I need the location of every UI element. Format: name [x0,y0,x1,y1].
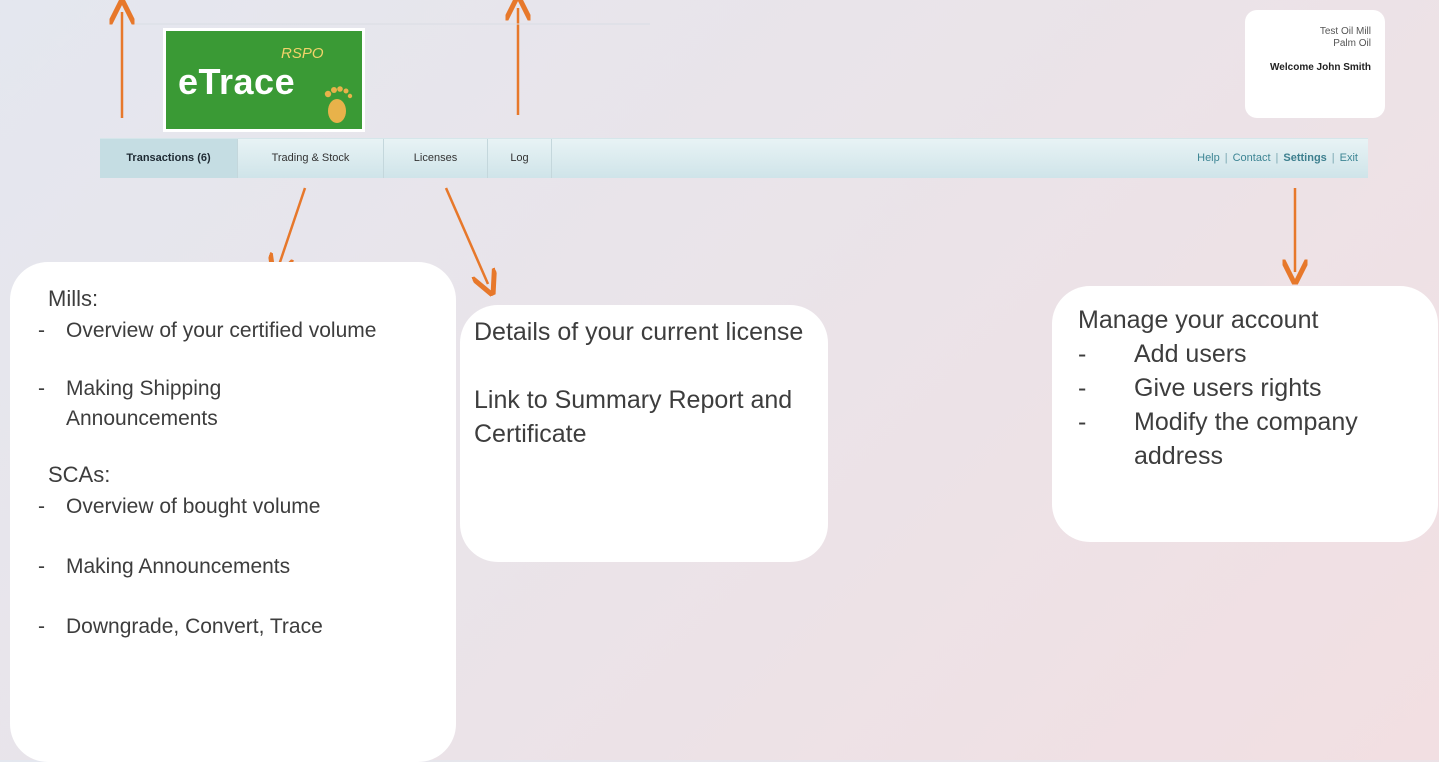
list-item: - Making Announcements [38,552,456,582]
footprint-icon [324,86,353,123]
contact-link[interactable]: Contact [1233,152,1271,164]
bullet-dash: - [1078,408,1087,436]
list-item: - Overview of your certified volume [38,316,408,346]
license-details-text: Details of your current license [474,318,804,346]
list-item: - Downgrade, Convert, Trace [38,612,456,642]
scas-item-3: Downgrade, Convert, Trace [66,615,323,638]
scas-heading: SCAs: [48,462,111,487]
exit-link[interactable]: Exit [1340,152,1358,164]
list-item: - Making Shipping Announcements [38,374,408,434]
manage-account-heading: Manage your account [1078,306,1319,334]
bullet-dash: - [38,377,45,400]
tab-log[interactable]: Log [488,139,552,178]
settings-item-3: Modify the company address [1134,408,1358,470]
callout-licenses: Details of your current license Link to … [460,305,828,562]
callout-trading-stock: Mills: - Overview of your certified volu… [10,262,456,762]
user-info-box: Test Oil Mill Palm Oil Welcome John Smit… [1245,10,1385,118]
list-item: - Modify the company address [1078,405,1428,473]
link-separator: | [1224,152,1228,164]
company-name: Test Oil Mill [1319,26,1371,37]
tab-licenses[interactable]: Licenses [384,139,488,178]
arrow-down-trading [278,187,307,268]
scas-item-2: Making Announcements [66,555,291,578]
arrow-down-licenses [444,187,488,284]
link-separator: | [1275,152,1279,164]
bullet-dash: - [38,615,45,638]
bullet-dash: - [38,495,45,518]
list-item: - Give users rights [1078,371,1428,405]
main-navbar: Transactions (6) Trading & Stock License… [100,138,1368,178]
bullet-dash: - [38,555,45,578]
bullet-dash: - [1078,340,1087,368]
summary-report-text: Link to Summary Report and Certificate [474,386,793,448]
list-item: - Add users [1078,337,1428,371]
scas-item-1: Overview of bought volume [66,495,321,518]
logo-rspo-text: RSPO [281,45,324,62]
mills-heading: Mills: [48,286,99,311]
utility-links: Help | Contact | Settings | Exit [1197,139,1358,178]
bullet-dash: - [38,319,45,342]
tab-trading-stock[interactable]: Trading & Stock [238,139,384,178]
mills-item-1: Overview of your certified volume [66,319,377,342]
tab-transactions[interactable]: Transactions (6) [100,139,238,178]
logo-etrace-text: eTrace [178,61,296,102]
link-separator: | [1331,152,1335,164]
help-link[interactable]: Help [1197,152,1220,164]
bullet-dash: - [1078,374,1087,402]
settings-link[interactable]: Settings [1283,152,1326,164]
product-name: Palm Oil [1333,38,1371,49]
callout-settings: Manage your account - Add users - Give u… [1052,286,1438,542]
mills-item-2: Making Shipping Announcements [66,377,222,430]
list-item: - Overview of bought volume [38,492,456,522]
settings-item-1: Add users [1134,340,1247,368]
welcome-text: Welcome John Smith [1270,62,1371,73]
settings-item-2: Give users rights [1134,374,1322,402]
etrace-logo: RSPO eTrace [163,28,365,132]
